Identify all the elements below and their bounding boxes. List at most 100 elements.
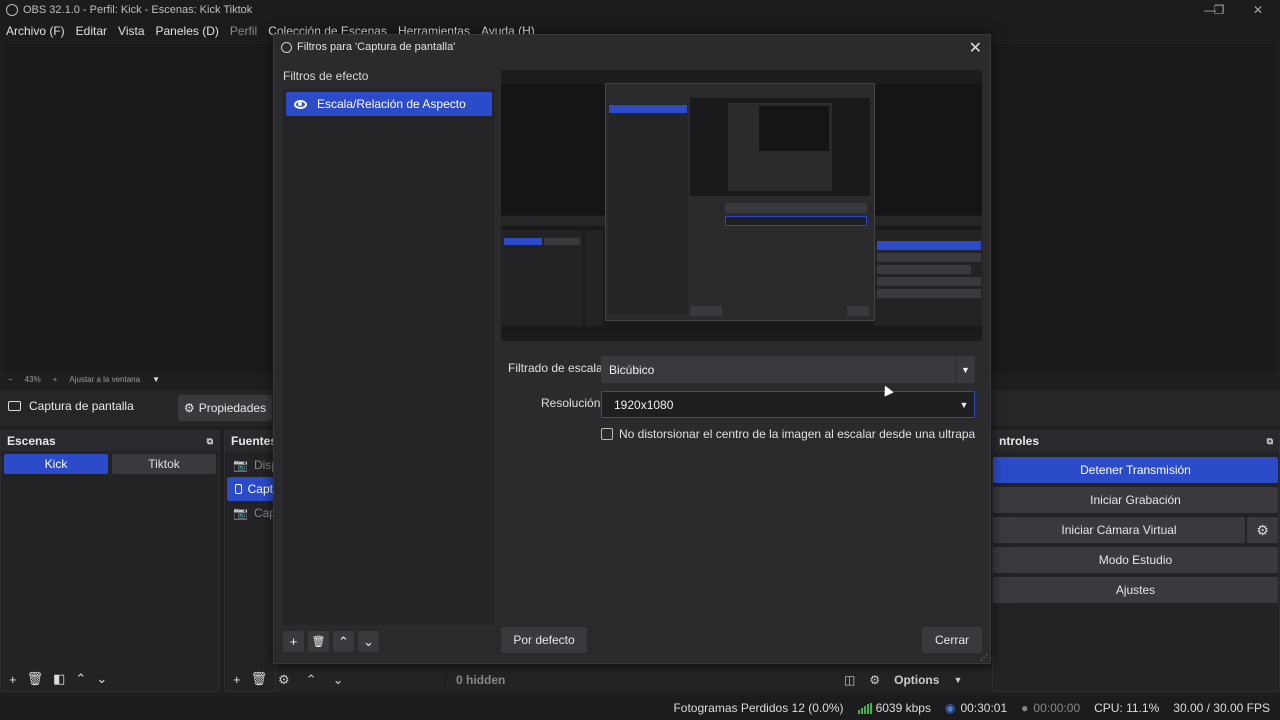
effects-header: Filtros de efecto (283, 69, 369, 83)
move-filter-up-button[interactable]: ⌃ (333, 631, 354, 652)
scenes-title: Escenas (7, 434, 56, 448)
default-button[interactable]: Por defecto (501, 627, 587, 653)
rec-time: ● 00:00:00 (1021, 701, 1080, 715)
hidden-count: 0 hidden (456, 673, 506, 687)
chevron-down-icon[interactable]: ▼ (953, 675, 962, 685)
menu-paneles[interactable]: Paneles (D) (156, 24, 219, 38)
source-item[interactable]: 📷 Disp (225, 453, 275, 477)
add-filter-button[interactable]: + (283, 631, 304, 652)
zoom-fit-select[interactable]: Ajustar a la ventana (69, 375, 140, 384)
zoom-value: 43% (24, 374, 41, 384)
broadcast-icon: ◉ (944, 701, 956, 715)
menu-editar[interactable]: Editar (76, 24, 107, 38)
dropped-frames: Fotogramas Perdidos 12 (0.0%) (673, 701, 844, 715)
sources-title: Fuentes (231, 434, 276, 448)
effects-list[interactable]: Escala/Relación de Aspecto (283, 89, 495, 625)
menu-vista[interactable]: Vista (118, 24, 144, 38)
options-button[interactable]: Options (894, 673, 939, 687)
monitor-icon (235, 484, 242, 494)
undistort-label: No distorsionar el centro de la imagen a… (619, 427, 975, 441)
chevron-down-icon: ⌄ (363, 633, 374, 649)
move-down-icon[interactable]: ⌄ (333, 672, 344, 688)
obs-logo-icon (6, 4, 18, 16)
source-label: Capt (247, 482, 273, 496)
undistort-option[interactable]: No distorsionar el centro de la imagen a… (601, 427, 975, 441)
zoom-out-button[interactable]: − (8, 375, 13, 384)
controls-dock: ntroles ⧉ Detener Transmisión Iniciar Gr… (992, 430, 1280, 692)
rec-time-value: 00:00:00 (1033, 701, 1081, 715)
undock-icon[interactable]: ⧉ (1267, 436, 1273, 447)
scale-filter-value: Bicúbico (609, 362, 655, 377)
chevron-down-icon[interactable]: ▼ (152, 375, 160, 384)
start-record-button[interactable]: Iniciar Grabación (993, 487, 1278, 513)
move-up-icon[interactable]: ⌃ (75, 671, 86, 687)
gear-icon: ⚙ (183, 401, 195, 415)
undock-icon[interactable]: ⧉ (207, 436, 213, 447)
studio-mode-button[interactable]: Modo Estudio (993, 547, 1278, 573)
scene-tiktok[interactable]: Tiktok (112, 454, 216, 474)
virtual-cam-button[interactable]: Iniciar Cámara Virtual (993, 517, 1245, 543)
layout-icon[interactable]: ◫ (844, 673, 855, 687)
trash-icon[interactable]: 🗑 (251, 671, 268, 687)
sources-footer-extra: ⚙ ⌃ ⌄ (276, 668, 444, 692)
status-bar: Fotogramas Perdidos 12 (0.0%) 6039 kbps … (0, 696, 1280, 720)
undistort-checkbox[interactable] (601, 428, 613, 440)
effect-item-label: Escala/Relación de Aspecto (317, 97, 466, 111)
scale-filter-label: Filtrado de escala (508, 361, 603, 375)
stream-time: ◉ 00:30:01 (945, 701, 1007, 715)
scale-filter-select[interactable]: Bicúbico ▼ (601, 356, 975, 383)
gear-icon[interactable]: ⚙ (278, 672, 290, 688)
sources-footer: + 🗑 (225, 667, 275, 691)
title-bar: OBS 32.1.0 - Perfil: Kick - Escenas: Kic… (0, 0, 1280, 20)
effects-toolbar: + 🗑 ⌃ ⌄ (283, 631, 379, 652)
add-icon[interactable]: + (233, 672, 241, 687)
filter-icon[interactable]: ◧ (53, 671, 65, 687)
filter-preview (501, 70, 982, 341)
obs-logo-icon (281, 41, 292, 53)
advanced-audio-icon[interactable]: ⚙ (869, 673, 880, 687)
gear-icon: ⚙ (1256, 521, 1269, 538)
source-item[interactable]: 📷 Capt (225, 501, 275, 525)
eye-icon[interactable] (294, 99, 307, 109)
monitor-icon (8, 401, 21, 411)
virtual-cam-settings-button[interactable]: ⚙ (1247, 517, 1278, 543)
zoom-in-button[interactable]: + (53, 375, 58, 384)
scenes-dock: Escenas ⧉ Kick Tiktok + 🗑 ◧ ⌃ ⌄ (0, 430, 220, 692)
maximize-icon[interactable]: ❐ (1209, 2, 1229, 18)
settings-button[interactable]: Ajustes (993, 577, 1278, 603)
move-filter-down-button[interactable]: ⌄ (358, 631, 379, 652)
selected-source-name: Captura de pantalla (29, 399, 134, 413)
cpu-usage: CPU: 11.1% (1094, 701, 1160, 715)
remove-filter-button[interactable]: 🗑 (308, 631, 329, 652)
fps-value: 30.00 / 30.00 FPS (1173, 701, 1270, 715)
properties-button[interactable]: ⚙ Propiedades (178, 395, 272, 421)
move-down-icon[interactable]: ⌄ (96, 671, 107, 687)
trash-icon[interactable]: 🗑 (27, 671, 44, 687)
camera-icon: 📷 (233, 458, 248, 472)
dialog-title-bar: Filtros para 'Captura de pantalla' (274, 35, 990, 59)
menu-archivo[interactable]: Archivo (F) (6, 24, 65, 38)
resize-grip-icon[interactable]: ⋰ (980, 653, 988, 662)
close-icon[interactable]: ✕ (969, 38, 982, 58)
controls-title: ntroles (999, 434, 1040, 448)
close-button[interactable]: Cerrar (922, 627, 982, 653)
resolution-select[interactable]: 1920x1080 ▼ (601, 391, 975, 418)
effect-item-scale[interactable]: Escala/Relación de Aspecto (286, 92, 492, 116)
sources-dock: Fuentes 📷 Disp Capt 📷 Capt + 🗑 (224, 430, 276, 692)
move-up-icon[interactable]: ⌃ (306, 672, 317, 688)
record-icon: ● (1021, 701, 1029, 715)
scenes-footer: + 🗑 ◧ ⌃ ⌄ (1, 667, 219, 691)
mixer-footer: 0 hidden ◫ ⚙ Options ▼ (446, 668, 994, 692)
chevron-up-icon: ⌃ (338, 633, 349, 649)
scene-kick[interactable]: Kick (4, 454, 108, 474)
chevron-down-icon[interactable]: ▼ (954, 392, 974, 417)
menu-perfil[interactable]: Perfil (230, 24, 257, 38)
stop-stream-button[interactable]: Detener Transmisión (993, 457, 1278, 483)
chevron-down-icon[interactable]: ▼ (955, 356, 975, 383)
source-item[interactable]: Capt (227, 477, 273, 501)
close-window-icon[interactable]: ✕ (1248, 2, 1268, 18)
sources-header: Fuentes (225, 431, 275, 451)
properties-label: Propiedades (198, 401, 267, 415)
trash-icon: 🗑 (311, 636, 326, 648)
add-icon[interactable]: + (9, 672, 17, 687)
